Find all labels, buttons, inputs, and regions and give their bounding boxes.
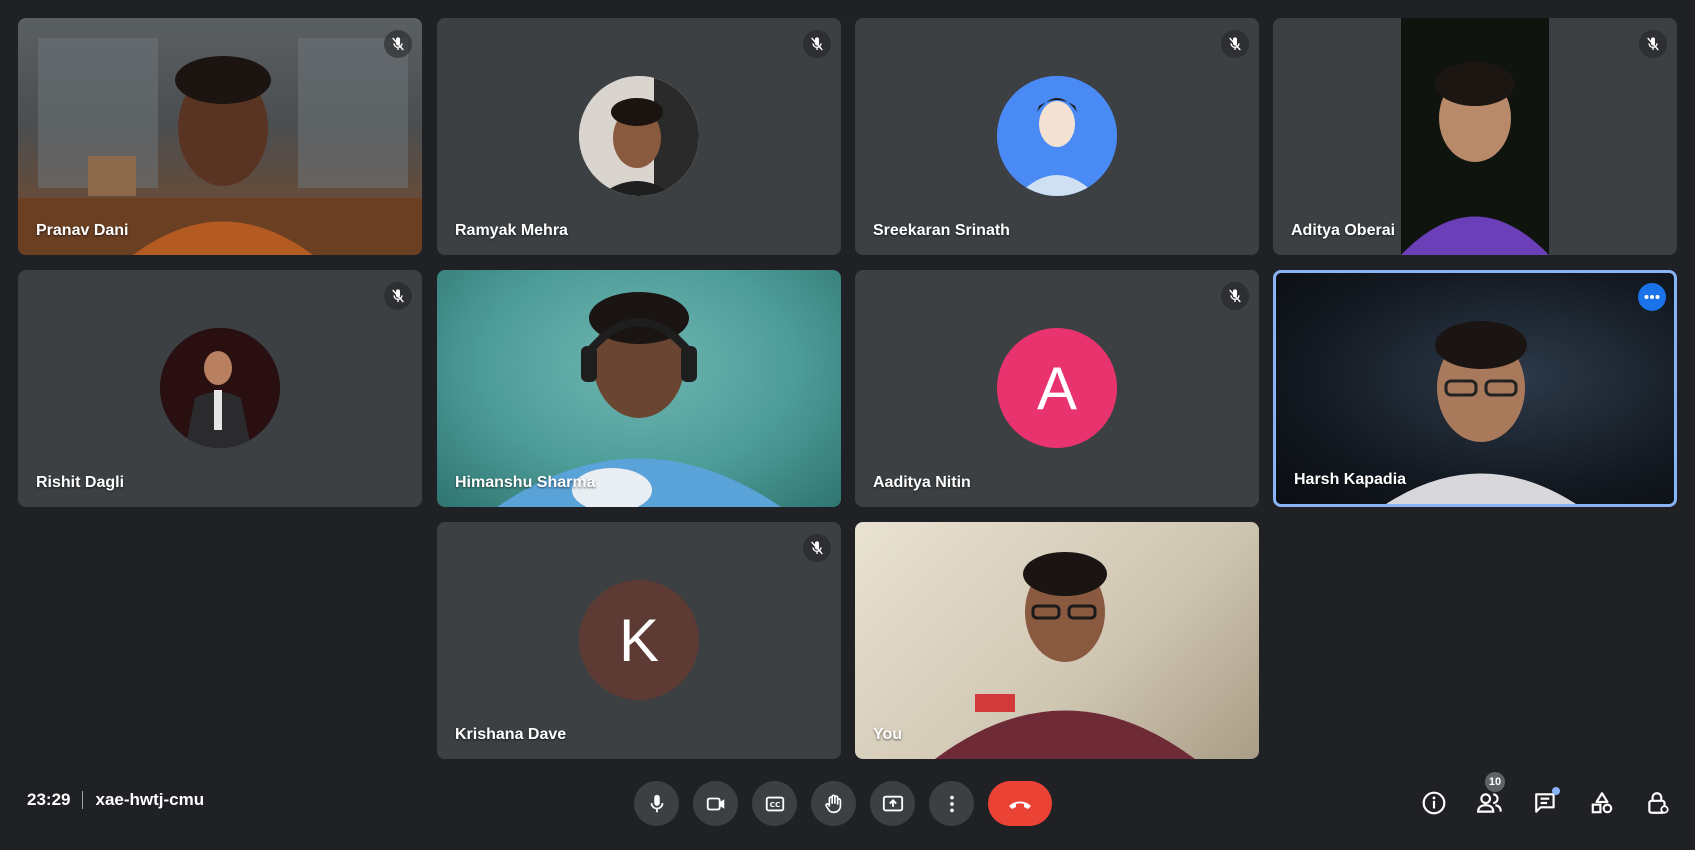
participant-avatar: A	[997, 328, 1117, 448]
closed-captions-icon: CC	[765, 796, 784, 811]
participant-video	[437, 270, 841, 507]
present-screen-button[interactable]	[870, 781, 915, 826]
captions-button[interactable]: CC	[752, 781, 797, 826]
participant-name: Ramyak Mehra	[455, 222, 568, 239]
camera-icon	[706, 797, 724, 810]
participant-name: Krishana Dave	[455, 726, 567, 743]
participant-tile-aaditya-nitin[interactable]: A Aaditya Nitin	[855, 270, 1259, 507]
meeting-clock: 23:29	[27, 790, 71, 809]
participant-avatar	[579, 76, 699, 196]
camera-button[interactable]	[693, 781, 738, 826]
participant-avatar	[160, 328, 280, 448]
participant-name: You	[873, 726, 903, 743]
avatar-photo	[160, 328, 280, 448]
chat-button[interactable]	[1529, 786, 1563, 820]
participant-tile-ramyak-mehra[interactable]: Ramyak Mehra	[437, 18, 841, 255]
video-scene	[1401, 18, 1549, 255]
meeting-details-button[interactable]	[1417, 786, 1451, 820]
participant-tile-himanshu-sharma[interactable]: Himanshu Sharma	[437, 270, 841, 507]
host-controls-icon	[1648, 792, 1669, 814]
muted-mic-icon	[803, 534, 831, 562]
call-controls: CC	[634, 781, 1052, 826]
participant-avatar	[997, 76, 1117, 196]
microphone-button[interactable]	[634, 781, 679, 826]
participant-name: Aditya Oberai	[1291, 222, 1396, 239]
participant-video	[1401, 18, 1549, 255]
participant-avatar: K	[579, 580, 699, 700]
participant-name: Harsh Kapadia	[1294, 471, 1407, 488]
svg-text:CC: CC	[769, 800, 780, 809]
microphone-icon	[650, 794, 663, 812]
participant-video	[855, 522, 1259, 759]
video-scene	[497, 292, 781, 507]
meet-call-stage: Pranav Dani Ramyak Mehra Sreekaran Srina…	[0, 0, 1695, 850]
people-icon	[1477, 793, 1502, 813]
activities-icon	[1591, 792, 1613, 814]
raise-hand-icon	[824, 794, 841, 813]
muted-mic-icon	[1221, 30, 1249, 58]
raise-hand-button[interactable]	[811, 781, 856, 826]
participant-video	[1276, 273, 1674, 504]
separator	[82, 791, 84, 809]
muted-mic-icon	[384, 282, 412, 310]
avatar-illustration	[997, 76, 1117, 196]
people-count-badge: 10	[1485, 772, 1505, 792]
more-options-icon[interactable]	[1638, 283, 1666, 311]
video-scene	[18, 38, 422, 255]
participant-name: Aaditya Nitin	[873, 474, 971, 491]
activities-button[interactable]	[1585, 786, 1619, 820]
muted-mic-icon	[384, 30, 412, 58]
end-call-icon	[1009, 801, 1031, 809]
participant-tile-rishit-dagli[interactable]: Rishit Dagli	[18, 270, 422, 507]
participant-tile-sreekaran-srinath[interactable]: Sreekaran Srinath	[855, 18, 1259, 255]
participant-tile-harsh-kapadia[interactable]: Harsh Kapadia	[1273, 270, 1677, 507]
muted-mic-icon	[1221, 282, 1249, 310]
avatar-photo	[579, 76, 699, 196]
host-controls-button[interactable]	[1641, 786, 1675, 820]
present-screen-icon	[882, 795, 903, 811]
participant-name: Rishit Dagli	[36, 474, 125, 491]
people-button[interactable]: 10	[1473, 772, 1507, 820]
meeting-code[interactable]: xae-hwtj-cmu	[95, 790, 204, 810]
muted-mic-icon	[1639, 30, 1667, 58]
avatar-letter: A	[1036, 354, 1078, 422]
participant-name: Himanshu Sharma	[455, 474, 596, 491]
meeting-tools: 10	[1417, 772, 1675, 820]
video-scene	[935, 552, 1195, 759]
more-options-icon	[949, 795, 954, 812]
participant-tile-pranav-dani[interactable]: Pranav Dani	[18, 18, 422, 255]
participant-tile-aditya-oberai[interactable]: Aditya Oberai	[1273, 18, 1677, 255]
video-scene	[1386, 321, 1576, 504]
participant-tile-self[interactable]: You	[855, 522, 1259, 759]
participant-video	[18, 18, 422, 255]
participant-name: Pranav Dani	[36, 222, 129, 239]
end-call-button[interactable]	[988, 781, 1052, 826]
info-icon	[1422, 791, 1446, 815]
muted-mic-icon	[803, 30, 831, 58]
meeting-details: 23:29 xae-hwtj-cmu	[27, 790, 204, 810]
avatar-letter: K	[618, 606, 660, 674]
unread-indicator	[1552, 787, 1560, 795]
more-options-button[interactable]	[929, 781, 974, 826]
participant-name: Sreekaran Srinath	[873, 222, 1010, 239]
participant-tile-krishana-dave[interactable]: K Krishana Dave	[437, 522, 841, 759]
